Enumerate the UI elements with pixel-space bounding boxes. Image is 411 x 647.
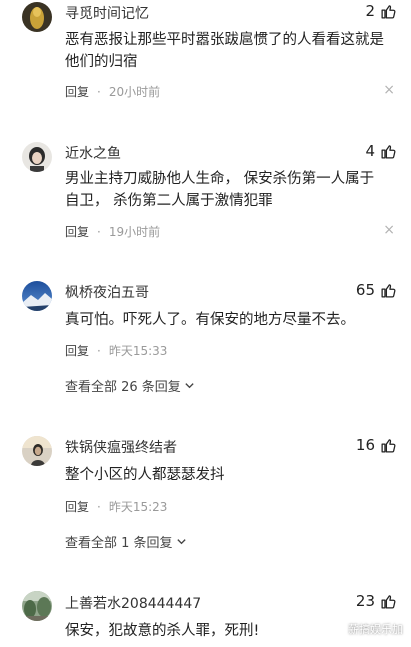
timestamp: 昨天15:23 — [108, 500, 168, 514]
comment-text: 男业主持刀威胁他人生命， 保安杀伤第一人属于自卫， 杀伤第二人属于激情犯罪 — [65, 171, 375, 209]
comment-meta: 回复 · 19小时前 — [65, 223, 160, 240]
view-all-replies-button[interactable]: 查看全部 26 条回复 — [65, 376, 195, 395]
view-all-replies-button[interactable]: 查看全部 1 条回复 — [65, 532, 187, 551]
close-icon[interactable]: × — [383, 82, 395, 98]
avatar[interactable] — [22, 142, 52, 172]
chevron-down-icon — [176, 539, 186, 545]
thumbs-up-icon — [381, 594, 396, 609]
avatar[interactable] — [22, 2, 52, 32]
like-button[interactable]: 16 — [356, 436, 397, 454]
timestamp: 昨天15:33 — [108, 344, 168, 358]
timestamp: 19小时前 — [108, 225, 161, 239]
like-button[interactable]: 23 — [356, 592, 397, 610]
username[interactable]: 寻觅时间记忆 — [65, 3, 149, 23]
separator: · — [97, 84, 101, 99]
thumbs-up-icon — [381, 144, 396, 159]
comment-meta: 回复 · 昨天15:23 — [65, 498, 167, 515]
username[interactable]: 铁锅侠瘟强终结者 — [65, 437, 177, 457]
comment-text: 整个小区的人都瑟瑟发抖 — [65, 467, 225, 483]
username[interactable]: 上善若水208444447 — [65, 593, 201, 613]
separator: · — [97, 224, 101, 239]
separator: · — [97, 343, 101, 358]
avatar[interactable] — [22, 281, 52, 311]
like-button[interactable]: 65 — [356, 281, 397, 299]
like-button[interactable]: 2 — [365, 2, 397, 20]
username[interactable]: 近水之鱼 — [65, 143, 121, 163]
like-count: 16 — [355, 436, 375, 454]
comment-text: 真可怕。吓死人了。有保安的地方尽量不去。 — [65, 312, 355, 328]
reply-button[interactable]: 回复 — [65, 342, 89, 359]
like-count: 65 — [355, 281, 375, 299]
chevron-down-icon — [185, 383, 194, 389]
watermark: 薪搞娱乐加 — [348, 623, 403, 636]
thumbs-up-icon — [381, 4, 396, 19]
username[interactable]: 枫桥夜泊五哥 — [65, 282, 149, 302]
reply-button[interactable]: 回复 — [65, 223, 89, 240]
comment-meta: 回复 · 昨天15:33 — [65, 342, 167, 359]
view-all-replies-label: 查看全部 26 条回复 — [65, 380, 181, 395]
comment-text: 恶有恶报让那些平时嚣张跋扈惯了的人看看这就是他们的归宿 — [65, 32, 384, 70]
like-count: 4 — [365, 142, 375, 160]
comment-text: 保安，犯故意的杀人罪，死刑! — [65, 623, 260, 639]
like-count: 2 — [365, 2, 375, 20]
like-count: 23 — [355, 592, 375, 610]
thumbs-up-icon — [381, 438, 396, 453]
comment-meta: 回复 · 20小时前 — [65, 83, 160, 100]
reply-button[interactable]: 回复 — [65, 498, 89, 515]
timestamp: 20小时前 — [108, 85, 161, 99]
reply-button[interactable]: 回复 — [65, 83, 89, 100]
thumbs-up-icon — [381, 283, 396, 298]
like-button[interactable]: 4 — [365, 142, 397, 160]
avatar[interactable] — [22, 436, 52, 466]
separator: · — [97, 499, 101, 514]
avatar[interactable] — [22, 591, 52, 621]
close-icon[interactable]: × — [383, 222, 395, 238]
view-all-replies-label: 查看全部 1 条回复 — [65, 536, 173, 551]
